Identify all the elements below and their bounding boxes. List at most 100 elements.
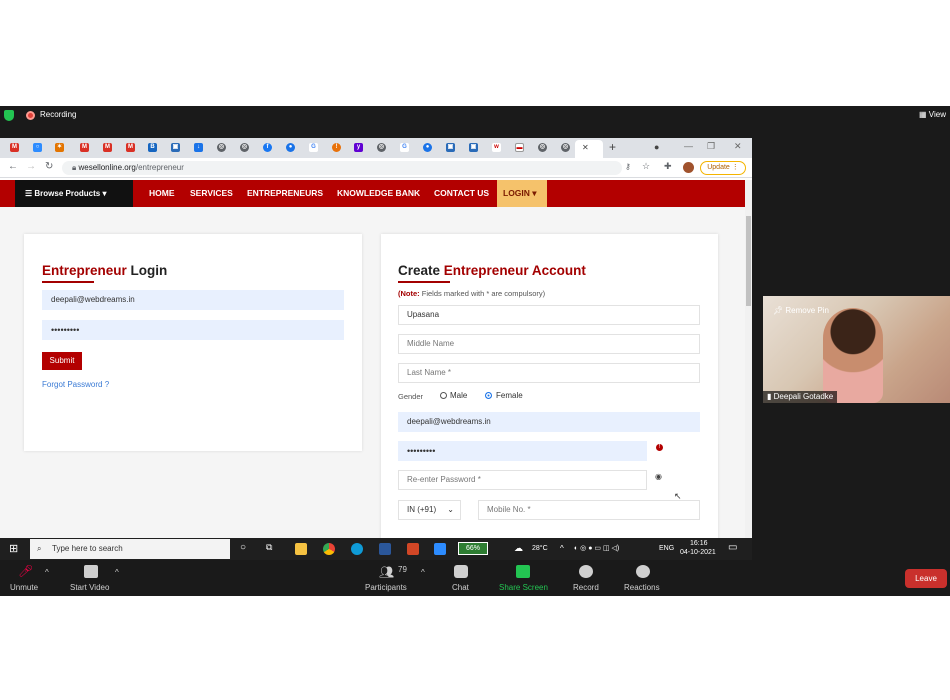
globe-tab-icon[interactable]: ◎: [561, 143, 570, 152]
scrollbar-thumb[interactable]: [746, 216, 751, 306]
file-explorer-icon[interactable]: [295, 543, 307, 555]
extensions-icon[interactable]: ✚: [664, 161, 672, 172]
video-off-icon[interactable]: [84, 565, 98, 578]
security-shield-icon[interactable]: [4, 110, 14, 121]
submit-button[interactable]: Submit: [42, 352, 82, 370]
tab-search-icon[interactable]: ●: [654, 142, 659, 152]
windows-start-icon[interactable]: ⊞: [9, 542, 18, 555]
active-tab[interactable]: ✕: [575, 140, 603, 158]
unmute-button[interactable]: Unmute: [10, 583, 38, 592]
chat-icon[interactable]: [454, 565, 468, 578]
zoom-tab-icon[interactable]: ○: [33, 143, 42, 152]
clock-date[interactable]: 04-10-2021: [680, 549, 716, 556]
powerpoint-icon[interactable]: [407, 543, 419, 555]
star-tab-icon[interactable]: ✶: [55, 143, 64, 152]
key-icon[interactable]: ⚷: [625, 162, 631, 171]
site-tab-icon[interactable]: ▬: [515, 143, 524, 152]
gmail-tab-icon[interactable]: M: [126, 143, 135, 152]
gmail-tab-icon[interactable]: M: [103, 143, 112, 152]
forgot-password-link[interactable]: Forgot Password ?: [42, 380, 109, 389]
nav-login[interactable]: LOGIN ▾: [497, 180, 547, 207]
site-tab-icon[interactable]: ▣: [469, 143, 478, 152]
tray-icons[interactable]: ◐ ◎ ● ▭ ◫ ◁): [574, 544, 619, 552]
nav-contact-us[interactable]: CONTACT US: [428, 180, 495, 207]
taskbar-search-input[interactable]: ⌕ Type here to search: [30, 539, 230, 559]
download-tab-icon[interactable]: ↓: [194, 143, 203, 152]
login-email-input[interactable]: deepali@webdreams.in: [42, 290, 344, 310]
middle-name-input[interactable]: Middle Name: [398, 334, 700, 354]
star-bookmark-icon[interactable]: ☆: [642, 161, 650, 172]
nav-entrepreneurs[interactable]: ENTREPRENEURS: [241, 180, 329, 207]
nav-home[interactable]: HOME: [143, 180, 181, 207]
first-name-input[interactable]: Upasana: [398, 305, 700, 325]
country-code-select[interactable]: IN (+91) ⌄: [398, 500, 461, 520]
weather-temp[interactable]: 28°C: [532, 545, 548, 552]
record-button[interactable]: Record: [573, 583, 599, 592]
close-window-icon[interactable]: ✕: [734, 141, 742, 152]
globe-tab-icon[interactable]: ◎: [377, 143, 386, 152]
language-indicator[interactable]: ENG: [659, 545, 674, 552]
leave-button[interactable]: Leave: [905, 569, 947, 588]
site-tab-icon[interactable]: B: [148, 143, 157, 152]
profile-avatar[interactable]: [683, 162, 694, 173]
nav-knowledge-bank[interactable]: KNOWLEDGE BANK: [331, 180, 426, 207]
mobile-input[interactable]: Mobile No. *: [478, 500, 700, 520]
site-tab-icon[interactable]: w: [492, 143, 501, 152]
site-tab-icon[interactable]: ●: [286, 143, 295, 152]
chrome-icon[interactable]: [323, 543, 335, 555]
participants-button[interactable]: Participants: [365, 583, 407, 592]
caret-up-icon[interactable]: ^: [115, 568, 119, 577]
gmail-tab-icon[interactable]: M: [10, 143, 19, 152]
back-icon[interactable]: ←: [8, 161, 18, 172]
participants-icon[interactable]: 👥︎: [379, 565, 394, 579]
google-tab-icon[interactable]: G: [400, 143, 409, 152]
video-tile[interactable]: 📌︎ Remove Pin ▮ Deepali Gotadke: [763, 296, 950, 403]
remove-pin-button[interactable]: 📌︎ Remove Pin: [773, 306, 829, 315]
mic-muted-icon[interactable]: 🎤︎: [18, 565, 33, 578]
signup-email-input[interactable]: deepali@webdreams.in: [398, 412, 700, 432]
notifications-icon[interactable]: ▭: [728, 542, 737, 553]
word-icon[interactable]: [379, 543, 391, 555]
tray-chevron-icon[interactable]: ^: [560, 544, 564, 553]
zoom-app-icon[interactable]: [434, 543, 446, 555]
site-tab-icon[interactable]: ▣: [171, 143, 180, 152]
cortana-icon[interactable]: ○: [240, 542, 246, 553]
tab-close-icon[interactable]: ✕: [582, 143, 589, 152]
weather-icon[interactable]: ☁: [514, 543, 523, 554]
record-icon[interactable]: [579, 565, 593, 578]
url-input[interactable]: 🔒︎ wesellonline.org/entrepreneur: [62, 161, 622, 175]
reactions-icon[interactable]: [636, 565, 650, 578]
globe-tab-icon[interactable]: ◎: [240, 143, 249, 152]
site-tab-icon[interactable]: ●: [423, 143, 432, 152]
clock-time[interactable]: 16:16: [690, 540, 708, 547]
minimize-icon[interactable]: —: [684, 141, 693, 151]
battery-indicator[interactable]: 66%: [458, 542, 488, 555]
forward-icon[interactable]: →: [26, 161, 36, 172]
eye-icon[interactable]: ◉: [655, 472, 662, 481]
caret-up-icon[interactable]: ^: [45, 568, 49, 577]
view-button[interactable]: ▦ View: [919, 110, 946, 119]
nav-services[interactable]: SERVICES: [184, 180, 239, 207]
site-tab-icon[interactable]: !: [332, 143, 341, 152]
site-tab-icon[interactable]: ▣: [446, 143, 455, 152]
gender-female-radio[interactable]: [485, 392, 492, 399]
update-button[interactable]: Update ⋮: [700, 161, 746, 175]
signup-password-input[interactable]: •••••••••: [398, 441, 647, 461]
page-scrollbar[interactable]: [745, 180, 752, 538]
task-view-icon[interactable]: ⧉: [266, 542, 272, 553]
facebook-tab-icon[interactable]: f: [263, 143, 272, 152]
browse-products-button[interactable]: ☰ Browse Products ▾: [15, 180, 133, 207]
reactions-button[interactable]: Reactions: [624, 583, 660, 592]
caret-up-icon[interactable]: ^: [421, 568, 425, 577]
last-name-input[interactable]: Last Name *: [398, 363, 700, 383]
maximize-icon[interactable]: ❐: [707, 141, 715, 152]
share-screen-icon[interactable]: [516, 565, 530, 578]
edge-icon[interactable]: [351, 543, 363, 555]
new-tab-icon[interactable]: +: [609, 140, 616, 154]
chat-button[interactable]: Chat: [452, 583, 469, 592]
yahoo-tab-icon[interactable]: y: [354, 143, 363, 152]
start-video-button[interactable]: Start Video: [70, 583, 109, 592]
login-password-input[interactable]: •••••••••: [42, 320, 344, 340]
gmail-tab-icon[interactable]: M: [80, 143, 89, 152]
globe-tab-icon[interactable]: ◎: [217, 143, 226, 152]
